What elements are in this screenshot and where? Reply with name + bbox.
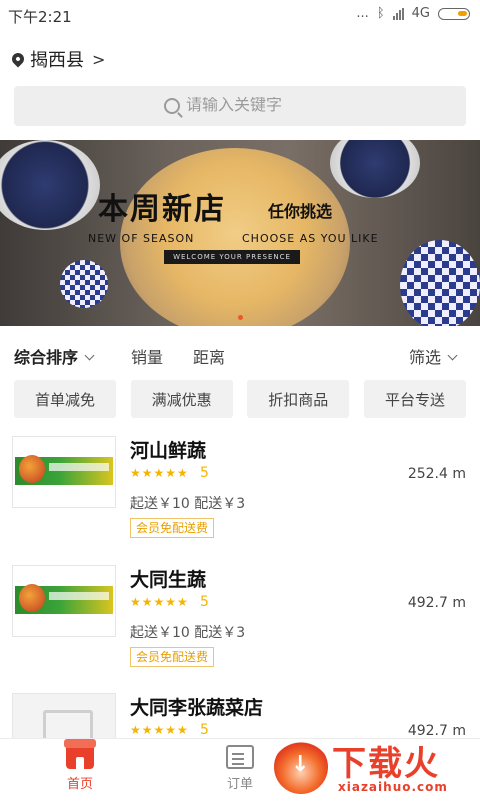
store-item[interactable]: 大同生蔬 ★★★★★ 5 492.7 m 起送￥10 配送￥3 会员免配送费 (0, 561, 480, 681)
status-time: 下午2:21 (8, 8, 72, 26)
chip-discounted-goods[interactable]: 折扣商品 (247, 380, 350, 418)
fruit-image (19, 455, 45, 483)
nav-orders[interactable]: 订单 (200, 745, 280, 792)
watermark-text: 下载火 (332, 744, 440, 784)
search-icon (164, 98, 180, 114)
status-dots: ... (356, 6, 369, 21)
store-home-icon (64, 739, 96, 769)
rating-stars-icon: ★★★★★ (130, 595, 189, 609)
store-name: 大同李张蔬菜店 (130, 697, 264, 719)
rating-stars-icon: ★★★★★ (130, 723, 189, 737)
filter-button[interactable]: 筛选 (409, 344, 458, 368)
chip-platform-delivery[interactable]: 平台专送 (363, 380, 466, 418)
store-name: 河山鲜蔬 (130, 440, 207, 462)
chip-first-order[interactable]: 首单减免 (14, 380, 116, 418)
member-badge: 会员免配送费 (130, 518, 215, 538)
store-distance: 492.7 m (407, 595, 466, 611)
sort-bar: 综合排序 销量 距离 筛选 (0, 340, 480, 368)
watermark-url: xiazaihuo.com (338, 780, 448, 794)
chip-discount-off[interactable]: 满减优惠 (130, 380, 233, 418)
banner-english-right: CHOOSE AS YOU LIKE (242, 232, 379, 245)
sort-comprehensive-label: 综合排序 (14, 348, 79, 367)
store-fees: 起送￥10 配送￥3 (130, 496, 246, 512)
filter-label: 筛选 (409, 348, 442, 367)
store-fees: 起送￥10 配送￥3 (130, 625, 246, 641)
carousel-dot-active (237, 315, 243, 320)
search-bar[interactable] (14, 86, 466, 126)
location-selector[interactable]: 揭西县 > (9, 46, 106, 72)
status-icons: ... ᛒ 4G (356, 6, 470, 21)
store-item[interactable]: 河山鲜蔬 ★★★★★ 5 252.4 m 起送￥10 配送￥3 会员免配送费 (0, 432, 480, 552)
watermark: 下载火 xiazaihuo.com (274, 736, 474, 800)
bluetooth-icon: ᛒ (376, 6, 385, 21)
blueberry-bowl-image (330, 140, 420, 198)
nav-home-label: 首页 (66, 777, 93, 792)
sort-distance[interactable]: 距离 (193, 344, 225, 368)
banner-english-left: NEW OF SEASON (88, 232, 195, 245)
checkered-jar-image (400, 240, 480, 326)
member-badge: 会员免配送费 (130, 647, 215, 667)
store-rating: 5 (200, 465, 209, 481)
search-input[interactable] (186, 97, 316, 115)
blueberry-bowl-image (0, 140, 100, 230)
carousel-dots (0, 315, 480, 320)
banner-subtitle: 任你挑选 (268, 202, 333, 221)
location-pin-icon (9, 50, 27, 68)
order-list-icon (226, 745, 254, 769)
signal-icon (392, 7, 404, 20)
promo-banner[interactable]: 本周新店 任你挑选 NEW OF SEASON CHOOSE AS YOU LI… (0, 140, 480, 326)
nav-orders-label: 订单 (226, 777, 253, 792)
network-type: 4G (411, 6, 430, 21)
chevron-down-icon (447, 350, 458, 361)
sort-comprehensive[interactable]: 综合排序 (14, 344, 95, 368)
nav-home[interactable]: 首页 (40, 739, 120, 792)
store-thumbnail (12, 436, 116, 508)
store-name: 大同生蔬 (130, 569, 207, 591)
chevron-down-icon (84, 350, 95, 361)
watermark-logo-icon (274, 740, 328, 794)
thumb-sign (49, 592, 109, 600)
sort-sales[interactable]: 销量 (131, 344, 163, 368)
location-city: 揭西县 (30, 50, 84, 71)
checkered-jar-image (60, 260, 108, 308)
banner-welcome: WELCOME YOUR PRESENCE (164, 250, 300, 264)
banner-title: 本周新店 (98, 192, 226, 227)
chevron-right-icon: > (92, 49, 106, 69)
status-bar: 下午2:21 ... ᛒ 4G (0, 0, 480, 32)
fruit-image (19, 584, 45, 612)
filter-chips: 首单减免 满减优惠 折扣商品 平台专送 (14, 380, 466, 418)
store-rating: 5 (200, 722, 209, 738)
battery-icon (438, 7, 470, 20)
rating-stars-icon: ★★★★★ (130, 466, 189, 480)
thumb-sign (49, 463, 109, 471)
store-distance: 252.4 m (407, 466, 466, 482)
store-rating: 5 (200, 594, 209, 610)
store-thumbnail (12, 565, 116, 637)
